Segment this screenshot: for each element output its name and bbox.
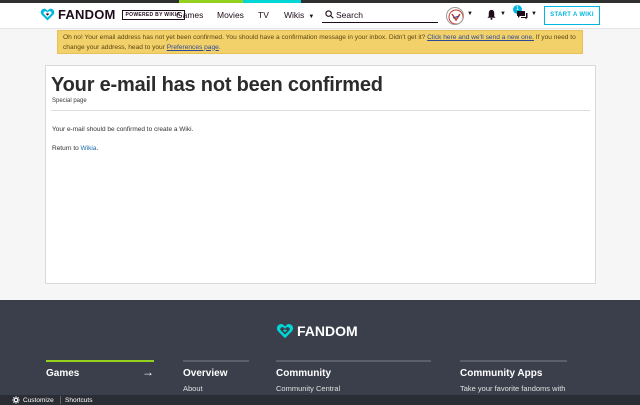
footer-link-about[interactable]: About xyxy=(183,384,249,393)
body-message: Your e-mail should be confirmed to creat… xyxy=(52,126,194,133)
return-suffix: . xyxy=(96,145,99,152)
nav-link-games[interactable]: Games xyxy=(176,10,203,20)
footer-heading-community: Community xyxy=(276,368,331,379)
community-bar xyxy=(276,360,431,362)
alert-text-3: . xyxy=(218,43,221,51)
nav-link-tv[interactable]: TV xyxy=(258,10,269,20)
footer-link-community-central[interactable]: Community Central xyxy=(276,384,431,393)
search-input[interactable] xyxy=(336,8,436,21)
messages-chevron-icon[interactable]: ▼ xyxy=(531,11,537,17)
search-icon xyxy=(325,10,334,19)
notifications-chevron-icon[interactable]: ▼ xyxy=(500,11,506,17)
footer-column-overview: Overview About xyxy=(183,360,249,393)
user-avatar[interactable] xyxy=(446,7,464,25)
title-divider xyxy=(51,110,590,111)
bottom-toolbar: Customize Shortcuts xyxy=(0,395,640,405)
messages-icon[interactable] xyxy=(516,10,528,20)
preferences-link[interactable]: Preferences page xyxy=(167,44,219,51)
page-title: Your e-mail has not been confirmed xyxy=(51,74,383,96)
games-accent-bar xyxy=(46,360,154,362)
start-a-wiki-button[interactable]: START A WIKI xyxy=(544,6,600,25)
return-line: Return to Wikia. xyxy=(52,145,98,152)
main-content: Your e-mail has not been confirmed Speci… xyxy=(45,65,596,284)
email-unconfirmed-banner: Oh no! Your email address has not yet be… xyxy=(57,30,583,54)
brand-name: FANDOM xyxy=(58,7,116,22)
page-subtitle: Special page xyxy=(52,98,87,104)
gear-icon xyxy=(12,396,20,404)
nav-link-wikis-label: Wikis xyxy=(284,10,305,20)
customize-button[interactable]: Customize xyxy=(12,396,54,404)
arrow-right-icon[interactable]: → xyxy=(142,365,154,379)
user-menu-chevron-icon[interactable]: ▼ xyxy=(467,11,473,17)
footer-column-community: Community Community Central xyxy=(276,360,431,393)
apps-bar xyxy=(460,360,567,362)
fandom-heart-icon xyxy=(276,323,294,339)
nav-link-movies[interactable]: Movies xyxy=(217,10,244,20)
customize-label: Customize xyxy=(23,396,54,404)
global-navigation: FANDOM POWERED BY WIKIA Games Movies TV … xyxy=(0,3,640,29)
avatar-image xyxy=(448,9,463,24)
footer-apps-text: Take your favorite fandoms with xyxy=(460,384,566,393)
footer-fandom-logo[interactable]: FANDOM xyxy=(276,322,358,340)
toolbar-separator xyxy=(60,396,61,404)
footer-heading-overview: Overview xyxy=(183,368,228,379)
global-footer: FANDOM Games → Overview About Community … xyxy=(0,300,640,395)
footer-brand-name: FANDOM xyxy=(297,323,358,339)
search-box[interactable] xyxy=(322,6,438,23)
overview-bar xyxy=(183,360,249,362)
fandom-heart-icon xyxy=(40,8,55,21)
return-link[interactable]: Wikia xyxy=(81,145,97,152)
footer-column-community-apps: Community Apps Take your favorite fandom… xyxy=(460,360,567,393)
footer-heading-community-apps: Community Apps xyxy=(460,368,543,379)
fandom-logo[interactable]: FANDOM POWERED BY WIKIA xyxy=(40,7,185,22)
footer-heading-games: Games xyxy=(46,368,80,379)
shortcuts-button[interactable]: Shortcuts xyxy=(65,397,92,404)
bell-icon[interactable] xyxy=(486,9,497,20)
alert-text-1: Oh no! Your email address has not yet be… xyxy=(63,34,428,41)
nav-link-wikis[interactable]: Wikis ▼ xyxy=(284,10,314,20)
resend-confirmation-link[interactable]: Click here and we'll send a new one. xyxy=(427,34,534,41)
return-prefix: Return to xyxy=(52,145,81,152)
footer-column-games[interactable]: Games → xyxy=(46,360,154,379)
chevron-down-icon: ▼ xyxy=(308,14,315,20)
